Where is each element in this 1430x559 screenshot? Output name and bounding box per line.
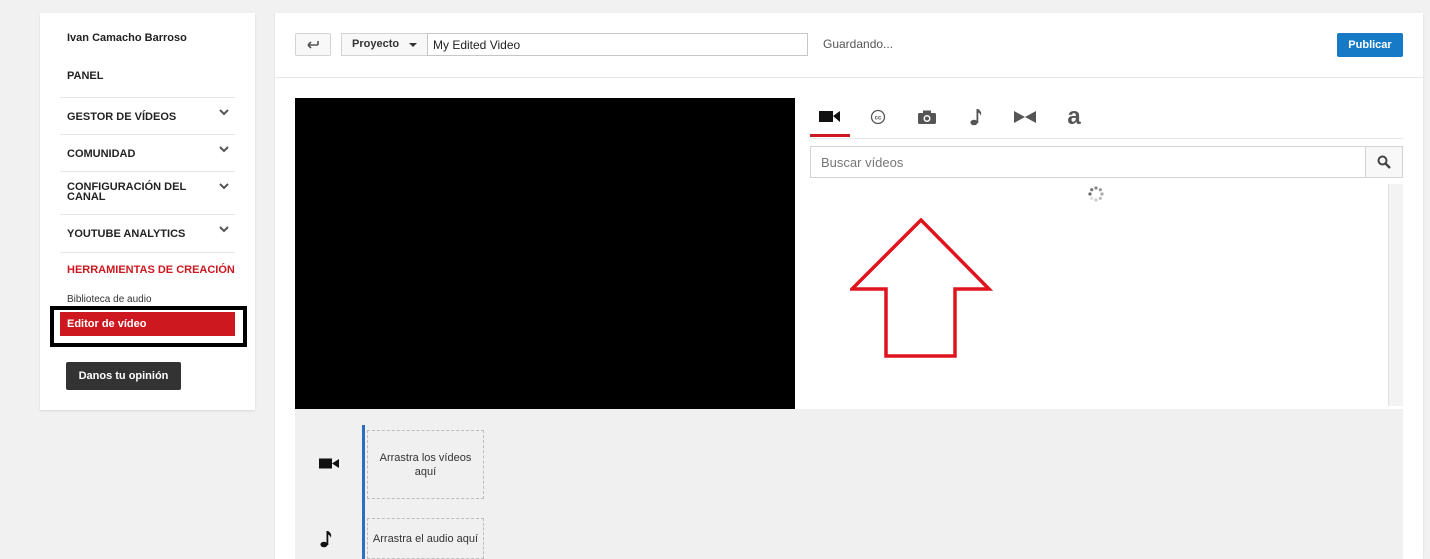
feedback-button[interactable]: Danos tu opinión	[66, 362, 181, 390]
sidebar-item-label: COMUNIDAD	[67, 148, 136, 160]
text-icon: a	[1067, 107, 1081, 127]
video-camera-icon	[819, 111, 840, 122]
video-preview[interactable]	[295, 98, 795, 409]
project-dropdown[interactable]: Proyecto	[341, 33, 428, 56]
results-scrollbar[interactable]	[1388, 184, 1403, 406]
sidebar-item-panel[interactable]: PANEL	[67, 70, 103, 82]
search-videos-input[interactable]	[810, 146, 1366, 178]
user-name[interactable]: Ivan Camacho Barroso	[67, 32, 187, 44]
save-status: Guardando...	[823, 37, 894, 51]
timeline: Arrastra los vídeos aquí Arrastra el aud…	[295, 409, 1403, 559]
tab-text[interactable]: a	[1054, 98, 1094, 136]
chevron-down-icon[interactable]	[219, 108, 229, 116]
chevron-down-icon[interactable]	[219, 145, 229, 153]
sidebar-item-label: YOUTUBE ANALYTICS	[67, 228, 186, 240]
camera-icon	[918, 110, 936, 124]
video-track-icon	[319, 458, 339, 469]
caret-down-icon	[409, 43, 417, 47]
search-button[interactable]	[1365, 146, 1403, 178]
sidebar: Ivan Camacho Barroso PANEL GESTOR DE VÍD…	[40, 13, 255, 410]
transitions-icon	[1014, 111, 1036, 123]
tab-captions[interactable]: cc	[858, 98, 898, 136]
sidebar-item-community[interactable]: COMUNIDAD	[60, 134, 235, 172]
sidebar-item-channel-settings[interactable]: CONFIGURACIÓN DEL CANAL	[60, 171, 235, 215]
project-title-input[interactable]	[427, 33, 808, 56]
closed-captions-icon: cc	[870, 109, 886, 125]
playhead-line[interactable]	[362, 425, 365, 559]
audio-track-icon	[320, 531, 332, 548]
video-drop-label: Arrastra los vídeos aquí	[379, 451, 472, 478]
tab-photos[interactable]	[907, 98, 947, 136]
editor-toolbar: Proyecto Guardando... Publicar	[275, 13, 1423, 78]
tab-transitions[interactable]	[1005, 98, 1045, 136]
publish-button[interactable]: Publicar	[1337, 33, 1403, 57]
highlight-box-annotation	[50, 306, 247, 347]
chevron-down-icon[interactable]	[219, 225, 229, 233]
audio-drop-label: Arrastra el audio aquí	[372, 532, 479, 545]
sidebar-item-label: GESTOR DE VÍDEOS	[67, 111, 177, 123]
sidebar-item-youtube-analytics[interactable]: YOUTUBE ANALYTICS	[60, 214, 235, 253]
media-tabs: cc a	[810, 98, 1403, 139]
chevron-down-icon[interactable]	[219, 182, 229, 190]
tab-videos[interactable]	[810, 98, 850, 137]
svg-text:a: a	[1067, 107, 1081, 127]
back-arrow-icon	[307, 41, 319, 49]
audio-drop-zone[interactable]: Arrastra el audio aquí	[367, 518, 484, 559]
project-dropdown-label: Proyecto	[352, 38, 400, 50]
sidebar-link-audio-library[interactable]: Biblioteca de audio	[67, 294, 152, 305]
video-drop-zone[interactable]: Arrastra los vídeos aquí	[367, 430, 484, 499]
music-note-icon	[970, 109, 982, 126]
video-editor-panel: Proyecto Guardando... Publicar cc a	[275, 13, 1423, 559]
back-button[interactable]	[295, 33, 331, 56]
tab-audio[interactable]	[956, 98, 996, 136]
sidebar-item-label: CONFIGURACIÓN DEL CANAL	[67, 181, 186, 203]
search-icon	[1377, 155, 1391, 169]
sidebar-item-creation-tools[interactable]: HERRAMIENTAS DE CREACIÓN	[67, 264, 235, 276]
sidebar-item-video-manager[interactable]: GESTOR DE VÍDEOS	[60, 97, 235, 135]
loading-spinner-icon	[1088, 186, 1104, 202]
svg-text:cc: cc	[875, 116, 882, 122]
annotation-arrow-up-icon	[850, 218, 994, 358]
